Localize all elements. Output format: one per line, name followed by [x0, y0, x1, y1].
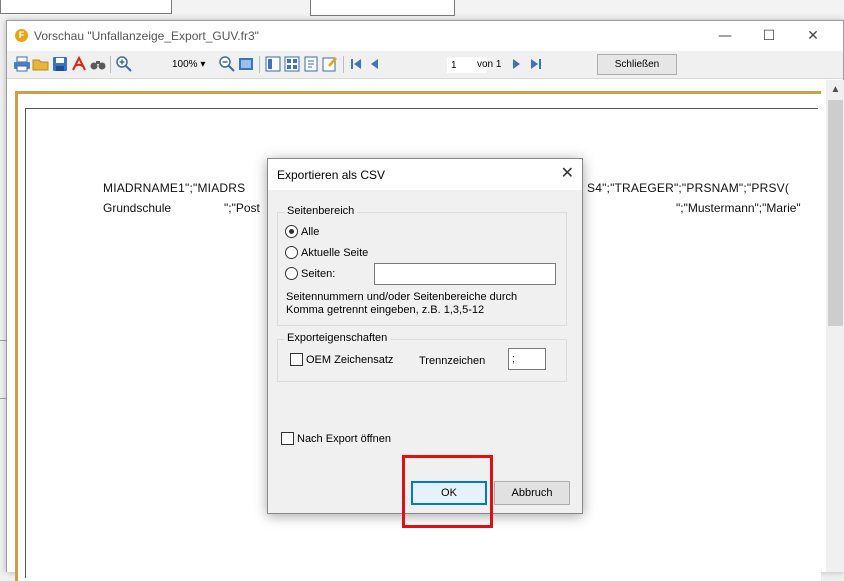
separator-label: Trennzeichen [419, 355, 486, 367]
radio-all-label: Alle [301, 225, 320, 238]
checkbox[interactable] [290, 353, 303, 366]
report-row-street: ";"Post [224, 201, 260, 215]
scrollbar-thumb[interactable] [828, 100, 843, 326]
fullscreen-icon[interactable] [237, 55, 255, 73]
first-page-icon[interactable] [347, 55, 365, 73]
dialog-titlebar: Exportieren als CSV ✕ [268, 159, 582, 190]
vertical-scrollbar[interactable]: ▲ [826, 80, 844, 572]
background-app-strip [0, 0, 844, 20]
page-range-legend: Seitenbereich [284, 205, 358, 217]
radio-button-selected[interactable] [285, 225, 298, 238]
zoom-out-icon[interactable] [218, 55, 236, 73]
checkbox[interactable] [281, 432, 294, 445]
page-count-label: von 1 [477, 59, 502, 70]
cancel-button[interactable]: Abbruch [494, 481, 570, 505]
toolbar-separator [110, 56, 111, 73]
oem-charset-label: OEM Zeichensatz [306, 353, 394, 366]
pdf-export-icon[interactable] [70, 55, 88, 73]
zoom-select[interactable]: 100% ▾ [172, 57, 214, 73]
find-icon[interactable] [89, 55, 107, 73]
dialog-close-button[interactable]: ✕ [561, 163, 574, 182]
radio-all[interactable]: Alle [285, 225, 319, 238]
previous-page-icon[interactable] [366, 55, 384, 73]
next-page-icon[interactable] [507, 55, 525, 73]
last-page-icon[interactable] [527, 55, 545, 73]
close-window-button[interactable]: ✕ [791, 24, 835, 48]
minimize-button[interactable]: — [703, 24, 747, 48]
print-icon[interactable] [13, 55, 31, 73]
window-titlebar: F Vorschau "Unfallanzeige_Export_GUV.fr3… [7, 21, 843, 51]
scroll-up-icon[interactable]: ▲ [826, 80, 844, 99]
radio-pages[interactable]: Seiten: [285, 267, 335, 280]
background-field [0, 0, 172, 14]
page-setup-icon[interactable] [302, 55, 320, 73]
thumbnails-icon[interactable] [283, 55, 301, 73]
page-range-hint-line2: Komma getrennt eingeben, z.B. 1,3,5-12 [286, 304, 485, 316]
zoom-in-icon[interactable] [115, 55, 133, 73]
edit-icon[interactable] [321, 55, 339, 73]
maximize-button[interactable]: ☐ [747, 24, 791, 48]
open-folder-icon[interactable] [32, 55, 50, 73]
oem-charset-checkbox[interactable]: OEM Zeichensatz [290, 353, 393, 366]
radio-pages-label: Seiten: [301, 267, 336, 280]
toolbar-separator [259, 56, 260, 73]
radio-current-page[interactable]: Aktuelle Seite [285, 246, 368, 259]
window-title: Vorschau "Unfallanzeige_Export_GUV.fr3" [34, 29, 259, 43]
radio-button[interactable] [285, 246, 298, 259]
radio-button[interactable] [285, 267, 298, 280]
preview-toolbar: 100% ▾ von 1 [7, 51, 843, 79]
highlight-box [402, 455, 493, 528]
toolbar-separator [343, 56, 344, 73]
chevron-down-icon: ▾ [200, 59, 206, 70]
outline-icon[interactable] [264, 55, 282, 73]
open-after-export-label: Nach Export öffnen [297, 432, 391, 445]
radio-current-page-label: Aktuelle Seite [301, 246, 369, 259]
export-properties-legend: Exporteigenschaften [284, 332, 391, 344]
open-after-export-checkbox[interactable]: Nach Export öffnen [281, 432, 391, 445]
report-header-text: MIADRNAME1";"MIADRS [103, 181, 246, 195]
report-row-school: Grundschule [103, 201, 172, 215]
separator-input[interactable] [508, 348, 546, 370]
save-icon[interactable] [51, 55, 69, 73]
pages-input[interactable] [374, 263, 556, 285]
close-preview-button[interactable]: Schließen [597, 54, 677, 75]
report-header-text-right: S4";"TRAEGER";"PRSNAM";"PRSV( [587, 181, 790, 195]
app-icon: F [15, 29, 28, 42]
background-field [310, 0, 455, 16]
dialog-title: Exportieren als CSV [277, 168, 386, 182]
report-row-name: ";"Mustermann";"Marie" [676, 201, 801, 215]
page-range-hint-line1: Seitennummern und/oder Seitenbereiche du… [286, 291, 518, 303]
zoom-value: 100% [172, 59, 198, 70]
